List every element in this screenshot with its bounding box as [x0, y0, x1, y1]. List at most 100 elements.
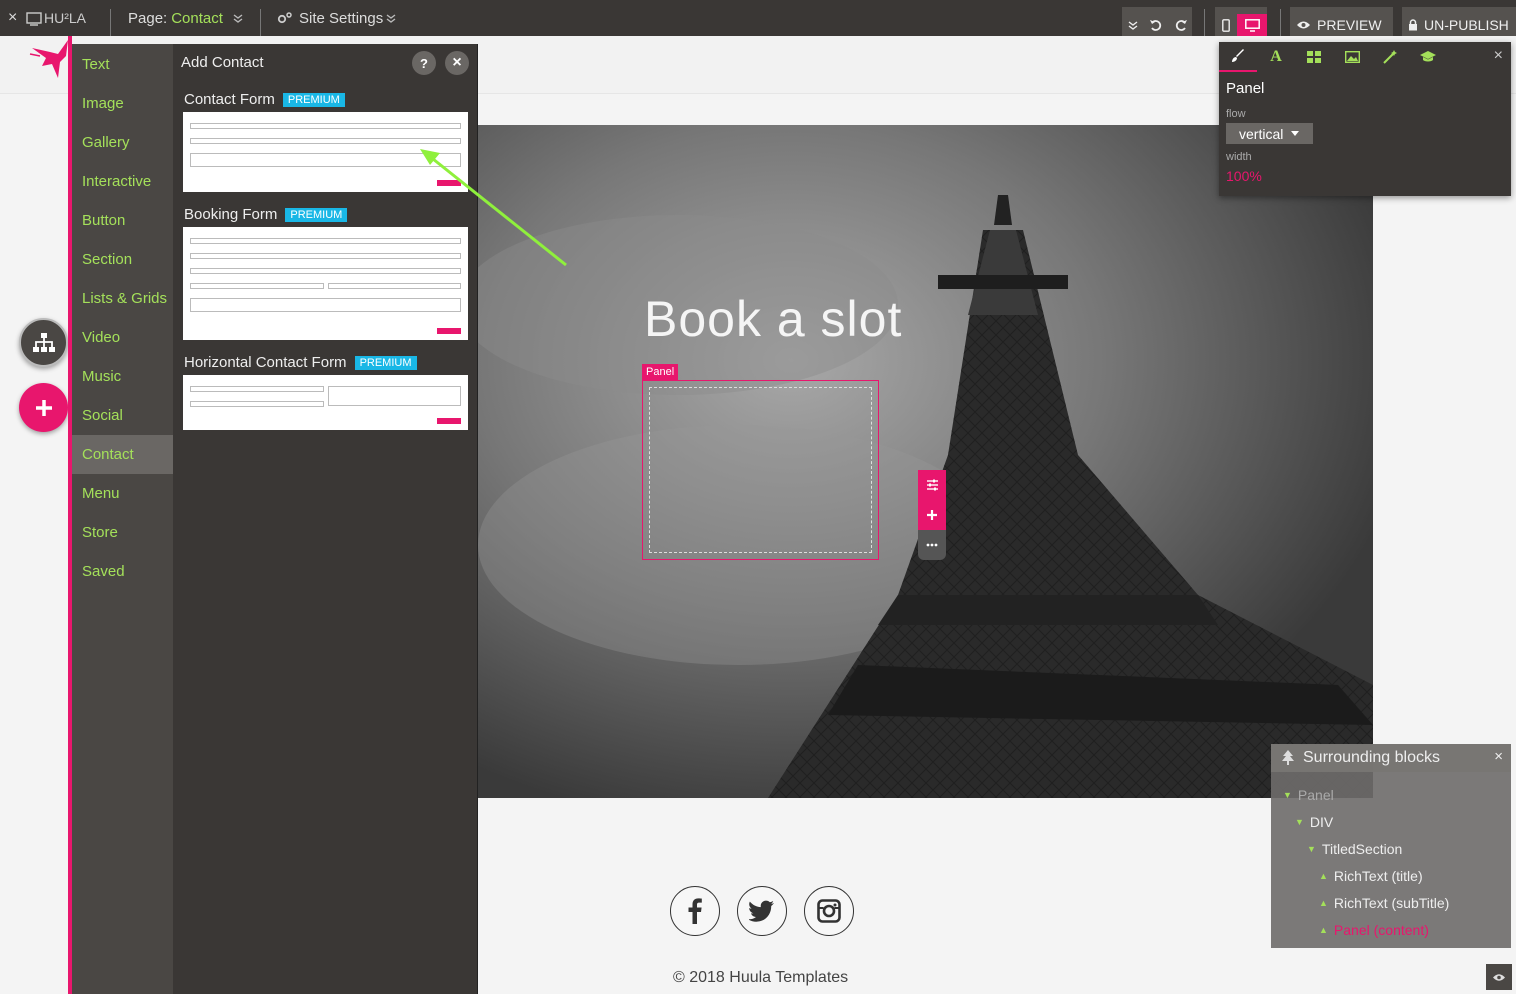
menu-item-store[interactable]: Store [72, 513, 173, 552]
more-icon[interactable] [918, 530, 946, 560]
graduation-cap-icon[interactable] [1409, 42, 1447, 72]
lock-icon [1409, 19, 1417, 31]
close-properties-button[interactable]: × [1494, 47, 1503, 65]
premium-badge: PREMIUM [282, 92, 345, 107]
surrounding-blocks-header: Surrounding blocks [1271, 744, 1511, 772]
flow-label: flow [1226, 108, 1246, 120]
menu-item-gallery[interactable]: Gallery [72, 123, 173, 162]
tree-item-label: RichText (subTitle) [1333, 895, 1450, 911]
sitemap-button[interactable] [19, 318, 68, 367]
tree-item-panel[interactable]: ▼ Panel [1283, 787, 1334, 803]
chevron-down-icon[interactable] [386, 0, 396, 36]
panel-tag[interactable]: Panel [642, 364, 679, 380]
menu-item-button[interactable]: Button [72, 201, 173, 240]
menu-item-menu[interactable]: Menu [72, 474, 173, 513]
tree-item-label: RichText (title) [1333, 868, 1423, 884]
copyright-text: © 2018 Huula Templates [673, 969, 849, 986]
close-surrounding-button[interactable]: × [1494, 748, 1503, 765]
tree-item-panel-content[interactable]: ▲ Panel (content) [1319, 922, 1429, 938]
tree-item-label: Panel (content) [1333, 922, 1429, 938]
instagram-icon[interactable] [804, 886, 854, 936]
menu-item-lists-grids[interactable]: Lists & Grids [72, 279, 173, 318]
menu-item-text[interactable]: Text [72, 45, 173, 84]
caret-down-icon: ▼ [1283, 790, 1292, 800]
unpublish-label: UN-PUBLISH [1424, 17, 1509, 33]
surrounding-blocks-title: Surrounding blocks [1303, 749, 1440, 766]
tree-item-titledsection[interactable]: ▼ TitledSection [1307, 841, 1402, 857]
close-panel-button[interactable]: × [445, 51, 469, 75]
page-label: Page: [128, 9, 168, 27]
width-value[interactable]: 100% [1226, 168, 1262, 184]
layout-icon[interactable] [1295, 42, 1333, 72]
selected-panel[interactable] [642, 380, 879, 560]
toggle-visibility-button[interactable] [1486, 964, 1512, 990]
plus-icon [35, 399, 52, 416]
huula-logo: HU²LA [26, 0, 96, 36]
template-title: Horizontal Contact Form PREMIUM [184, 354, 417, 371]
width-label: width [1226, 151, 1252, 163]
menu-item-music[interactable]: Music [72, 357, 173, 396]
menu-item-section[interactable]: Section [72, 240, 173, 279]
page-selector[interactable]: Page: Contact [128, 0, 223, 36]
image-icon[interactable] [1333, 42, 1371, 72]
collapse-icon[interactable] [1122, 14, 1144, 36]
font-icon[interactable]: A [1257, 42, 1295, 72]
facebook-icon[interactable] [670, 886, 720, 936]
tree-item-label: Panel [1297, 787, 1334, 803]
chevron-down-icon[interactable] [233, 0, 243, 36]
template-name: Horizontal Contact Form [184, 354, 347, 371]
tree-item-richtext-title[interactable]: ▲ RichText (title) [1319, 868, 1423, 884]
eiffel-tower-image [478, 125, 1373, 798]
menu-item-interactive[interactable]: Interactive [72, 162, 173, 201]
plus-icon[interactable] [918, 500, 946, 530]
top-toolbar: × HU²LA Page: Contact Site Settings PREV… [0, 0, 1516, 45]
premium-badge: PREMIUM [285, 207, 348, 222]
menu-item-social[interactable]: Social [72, 396, 173, 435]
caret-down-icon [1291, 131, 1300, 136]
preview-label: PREVIEW [1317, 17, 1382, 33]
tree-item-label: DIV [1309, 814, 1334, 830]
horizontal-contact-form-template[interactable] [183, 375, 468, 430]
menu-item-video[interactable]: Video [72, 318, 173, 357]
template-title: Contact Form PREMIUM [184, 91, 345, 108]
block-tools [918, 470, 946, 560]
tree-item-richtext-subtitle[interactable]: ▲ RichText (subTitle) [1319, 895, 1449, 911]
page-name: Contact [171, 9, 223, 27]
help-button[interactable]: ? [412, 51, 436, 75]
menu-item-saved[interactable]: Saved [72, 552, 173, 591]
eye-icon [1493, 973, 1505, 981]
add-element-button[interactable] [19, 383, 68, 432]
caret-down-icon: ▼ [1307, 844, 1316, 854]
close-editor-button[interactable]: × [8, 0, 17, 36]
brush-icon[interactable] [1219, 42, 1257, 72]
hummingbird-logo-icon [28, 38, 72, 91]
element-menu: Text Image Gallery Interactive Button Se… [72, 44, 173, 994]
properties-title: Panel [1226, 80, 1265, 97]
properties-panel: A × Panel flow vertical width 100% [1219, 42, 1511, 196]
hero-title[interactable]: Book a slot [644, 290, 902, 348]
mobile-icon[interactable] [1215, 14, 1237, 36]
desktop-icon[interactable] [1237, 14, 1267, 36]
svg-text:HU²LA: HU²LA [44, 10, 87, 26]
sitemap-icon [32, 332, 55, 352]
flow-select[interactable]: vertical [1226, 123, 1313, 144]
twitter-icon[interactable] [737, 886, 787, 936]
site-settings-button[interactable]: Site Settings [277, 0, 383, 36]
surrounding-blocks-panel: Surrounding blocks × ▼ Panel ▼ DIV ▼ Tit… [1271, 744, 1511, 948]
eye-icon [1297, 21, 1310, 29]
menu-item-contact[interactable]: Contact [72, 435, 173, 474]
tree-icon [1282, 750, 1294, 765]
caret-down-icon: ▼ [1295, 817, 1304, 827]
template-title: Booking Form PREMIUM [184, 206, 348, 223]
template-name: Booking Form [184, 206, 278, 223]
panel-drop-zone[interactable] [649, 387, 872, 553]
magic-wand-icon[interactable] [1371, 42, 1409, 72]
sliders-icon[interactable] [918, 470, 946, 500]
premium-badge: PREMIUM [354, 355, 417, 370]
redo-icon[interactable] [1170, 14, 1192, 36]
undo-icon[interactable] [1144, 14, 1166, 36]
properties-tabs: A [1219, 42, 1511, 72]
menu-item-image[interactable]: Image [72, 84, 173, 123]
hero-image [478, 125, 1373, 798]
tree-item-div[interactable]: ▼ DIV [1295, 814, 1333, 830]
